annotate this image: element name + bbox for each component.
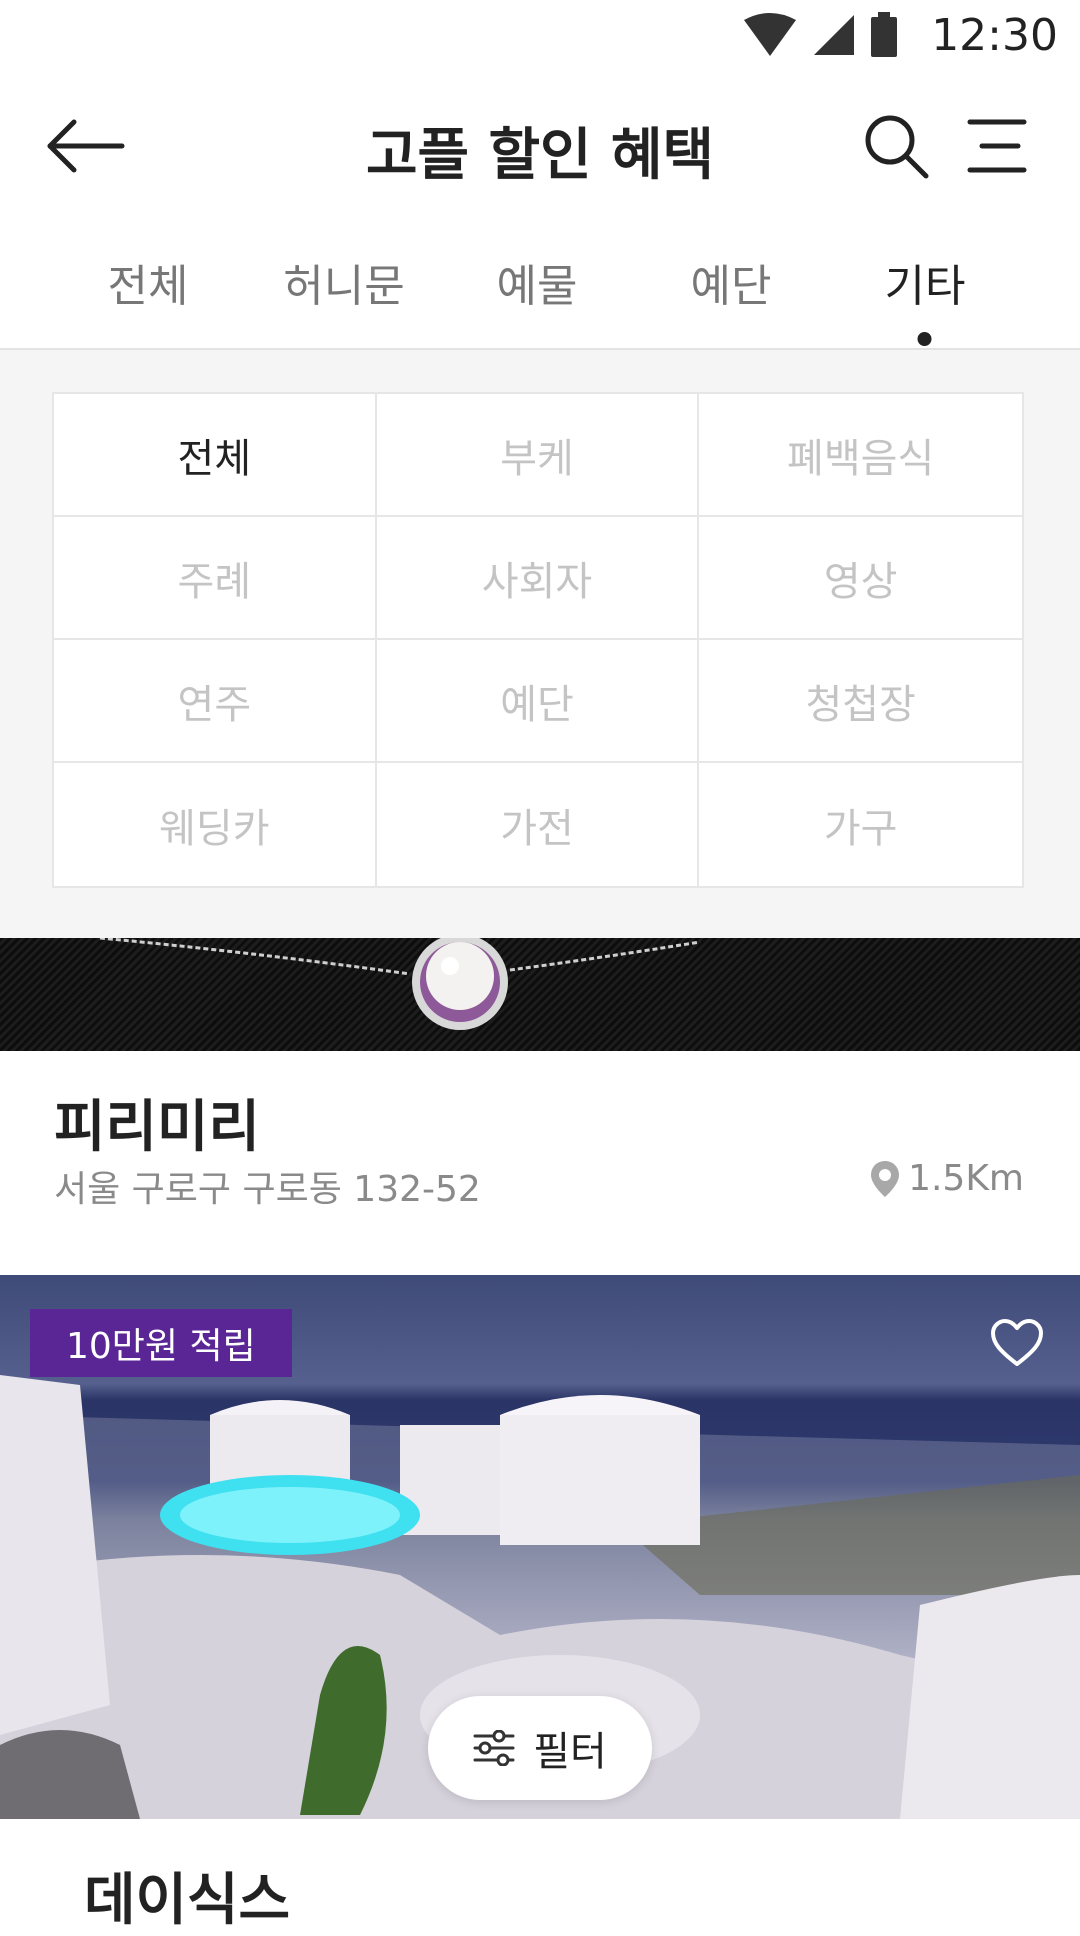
- filter-sliders-icon: [473, 1730, 515, 1766]
- subcategory-furniture[interactable]: 가구: [699, 763, 1022, 886]
- subcategory-yedan[interactable]: 예단: [376, 640, 700, 763]
- tab-etc[interactable]: 기타: [884, 250, 966, 346]
- card-distance: 1.5Km: [870, 1158, 1024, 1199]
- search-icon[interactable]: [862, 112, 930, 180]
- filter-button-label: 필터: [533, 1729, 607, 1775]
- status-bar: 12:30: [0, 0, 1080, 72]
- tab-label: 예단: [690, 261, 772, 312]
- heart-icon[interactable]: [990, 1318, 1044, 1368]
- card-address: 서울 구로구 구로동 132-52: [54, 1169, 481, 1210]
- subcategory-wedding-car[interactable]: 웨딩카: [54, 763, 377, 886]
- wifi-icon: [744, 13, 796, 56]
- tab-label: 예물: [496, 261, 578, 312]
- reward-badge: 10만원 적립: [30, 1309, 292, 1377]
- category-tabs: 전체 허니문 예물 예단 기타: [0, 230, 1080, 350]
- status-time: 12:30: [931, 10, 1058, 61]
- subcategory-pyebaek-food[interactable]: 폐백음식: [699, 394, 1022, 517]
- subcategory-panel: 전체 부케 폐백음식 주례 사회자 영상 연주 예단 청첩장 웨딩카 가전 가구: [0, 350, 1080, 938]
- distance-value: 1.5Km: [908, 1158, 1024, 1199]
- tab-yedan[interactable]: 예단: [691, 250, 772, 314]
- tab-label: 기타: [884, 261, 966, 312]
- subcategory-grid: 전체 부케 폐백음식 주례 사회자 영상 연주 예단 청첩장 웨딩카 가전 가구: [52, 392, 1024, 888]
- app-bar: 고플 할인 혜택: [0, 72, 1080, 222]
- subcategory-mc[interactable]: 사회자: [376, 517, 700, 640]
- subcategory-all[interactable]: 전체: [54, 394, 377, 517]
- tab-label: 전체: [107, 261, 189, 312]
- cellular-signal-icon: [814, 15, 854, 55]
- tab-all[interactable]: 전체: [108, 250, 189, 314]
- subcategory-bouquet[interactable]: 부케: [376, 394, 700, 517]
- card-title[interactable]: 데이식스: [84, 1855, 290, 1936]
- subcategory-video[interactable]: 영상: [699, 517, 1022, 640]
- pearl-necklace-illustration: [99, 938, 701, 1030]
- location-pin-icon: [871, 1160, 900, 1197]
- subcategory-officiant[interactable]: 주례: [54, 517, 377, 640]
- filter-button[interactable]: 필터: [428, 1696, 652, 1800]
- tab-wedding-gifts[interactable]: 예물: [497, 250, 578, 314]
- battery-icon: [871, 12, 897, 57]
- menu-icon[interactable]: [966, 116, 1028, 176]
- card-image-jewelry[interactable]: [0, 938, 1080, 1051]
- active-tab-indicator: [918, 332, 932, 346]
- tab-honeymoon[interactable]: 허니문: [283, 250, 404, 314]
- subcategory-invitation[interactable]: 청첩장: [699, 640, 1022, 763]
- card-title[interactable]: 피리미리: [54, 1082, 260, 1163]
- tab-label: 허니문: [283, 261, 405, 312]
- status-icons: [742, 12, 898, 58]
- subcategory-appliances[interactable]: 가전: [377, 763, 700, 886]
- subcategory-performance[interactable]: 연주: [54, 640, 377, 763]
